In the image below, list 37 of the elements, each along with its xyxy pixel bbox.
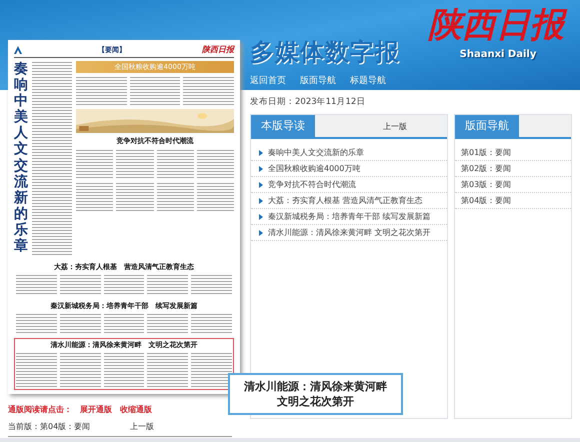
article-link[interactable]: 奏响中美人文交流新的乐章 [251,145,447,161]
panel-title: 版面导航 [455,115,519,137]
page-link[interactable]: 第02版：要闻 [455,161,571,177]
previous-page-link[interactable]: 上一版 [130,421,154,432]
logo-icon [14,46,22,54]
spread-link[interactable]: 收缩通版 [120,404,152,415]
lead-headline[interactable]: 奏响中美人文交流新的乐章 [14,61,28,254]
text-lines-drawing [16,352,57,388]
triangle-icon [259,150,263,156]
panel-title: 本版导读 [251,115,315,137]
article-link[interactable]: 大荔：夯实育人根基 营造风清气正教育生态 [251,193,447,209]
headline-callout: 清水川能源：清风徐来黄河畔 文明之花次第开 [228,373,403,415]
article-link[interactable]: 全国秋粮收购逾4000万吨 [251,161,447,177]
article-link[interactable]: 竞争对抗不符合时代潮流 [251,177,447,193]
triangle-icon [259,166,263,172]
page-link[interactable]: 第03版：要闻 [455,177,571,193]
site-title: 多媒体数字报 [250,37,400,68]
triangle-icon [259,214,263,220]
page-link[interactable]: 第01版：要闻 [455,145,571,161]
spread-label: 通版阅读请点击： [8,404,72,415]
page-link[interactable]: 第04版：要闻 [455,193,571,209]
previous-page-link[interactable]: 上一版 [383,120,407,132]
nav-link[interactable]: 返回首页 [250,74,286,87]
article-link[interactable]: 秦汉新城税务局：培养青年干部 续写发展新篇 [251,209,447,225]
publish-date: 发布日期：2023年11月12日 [250,96,366,108]
newspaper-logo: 陕西日报 [424,4,572,46]
current-page-label: 当前版：第04版：要闻 [8,421,90,432]
article-link[interactable]: 清水川能源：清风徐来黄河畔 文明之花次第开 [251,225,447,241]
masthead: 陕西日报 [202,44,234,55]
nav-link[interactable]: 标题导航 [350,74,386,87]
triangle-icon [259,182,263,188]
text-lines-drawing [191,352,232,388]
triangle-icon [259,198,263,204]
spread-link[interactable]: 展开通版 [80,404,112,415]
logo-subtitle: Shaanxi Daily [460,48,536,60]
triangle-icon [259,230,263,236]
nav-link[interactable]: 版面导航 [300,74,336,87]
